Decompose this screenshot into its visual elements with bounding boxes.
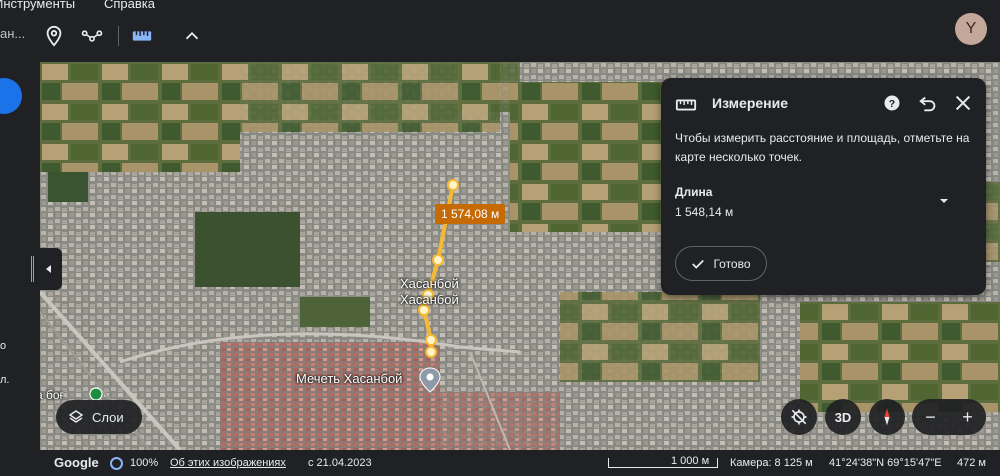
toggle-3d-label: 3D bbox=[834, 409, 852, 425]
unit-dropdown-icon[interactable] bbox=[937, 194, 951, 208]
layers-button[interactable]: Слои bbox=[56, 400, 142, 434]
panel-resize-grip[interactable] bbox=[31, 256, 35, 282]
measure-point[interactable] bbox=[425, 334, 437, 346]
menu-tools[interactable]: Инструменты bbox=[0, 0, 75, 12]
rail-text-fragment: л. bbox=[0, 374, 10, 386]
check-icon bbox=[692, 259, 705, 269]
length-label: Длина bbox=[675, 185, 713, 199]
path-icon bbox=[81, 30, 103, 42]
panel-title: Измерение bbox=[712, 95, 789, 111]
map-label-hasanboy[interactable]: Хасанбой bbox=[400, 276, 459, 291]
about-images-link[interactable]: Об этих изображениях bbox=[170, 457, 286, 469]
help-icon[interactable]: ? bbox=[883, 94, 901, 112]
elevation: 472 м bbox=[957, 457, 986, 469]
panel-collapse-button[interactable] bbox=[36, 248, 62, 290]
zoom-controls: − + bbox=[912, 399, 986, 435]
chevron-up-icon bbox=[185, 31, 199, 40]
add-path-button[interactable] bbox=[78, 22, 106, 50]
map-label-mosque[interactable]: Мечеть Хасанбой bbox=[296, 371, 402, 386]
pin-icon bbox=[46, 25, 62, 47]
undo-icon[interactable] bbox=[917, 92, 939, 114]
compass-button[interactable] bbox=[869, 399, 905, 435]
place-marker-icon[interactable] bbox=[89, 387, 103, 401]
google-logo: Google bbox=[54, 455, 99, 470]
measurement-panel: Измерение ? Чтобы измерить расстояние и … bbox=[661, 78, 986, 295]
panel-description: Чтобы измерить расстояние и площадь, отм… bbox=[675, 131, 970, 164]
menu-help[interactable]: Справка bbox=[104, 0, 155, 12]
zoom-out-button[interactable]: − bbox=[916, 407, 946, 428]
done-button-label: Готово bbox=[713, 256, 751, 271]
render-percent: 100% bbox=[130, 457, 159, 469]
zoom-in-button[interactable]: + bbox=[953, 407, 983, 428]
create-button[interactable] bbox=[0, 78, 22, 114]
search-input-fragment[interactable]: ан... bbox=[0, 26, 25, 41]
status-bar: Google 100% Об этих изображениях с 21.04… bbox=[40, 450, 1000, 476]
measure-point[interactable] bbox=[447, 179, 459, 191]
chevron-left-icon bbox=[46, 265, 51, 273]
measure-tool-button[interactable] bbox=[128, 22, 156, 50]
segment-distance-label: 1 574,08 м bbox=[435, 204, 506, 224]
rail-text-fragment: о bbox=[0, 340, 7, 352]
rotate-icon bbox=[791, 409, 807, 425]
map-label-hasanboy[interactable]: Хасанбой bbox=[400, 292, 459, 307]
toggle-3d-button[interactable]: 3D bbox=[825, 399, 861, 435]
ruler-icon bbox=[132, 31, 152, 41]
svg-text:?: ? bbox=[889, 98, 895, 110]
loading-ring-icon bbox=[110, 457, 123, 470]
avatar[interactable]: Y bbox=[955, 13, 987, 45]
toolbar-separator bbox=[118, 26, 119, 46]
ruler-icon bbox=[675, 99, 697, 111]
length-value: 1 548,14 м bbox=[675, 205, 734, 219]
coordinates: 41°24'38"N 69°15'47"E bbox=[829, 457, 942, 469]
scale-label: 1 000 м bbox=[671, 455, 710, 467]
layers-icon bbox=[68, 410, 84, 423]
top-toolbar: Инструменты Справка ан... Y bbox=[0, 0, 1000, 62]
compass-icon bbox=[884, 408, 890, 426]
map-label-fragment[interactable]: а боғ bbox=[40, 388, 64, 402]
reset-rotation-button[interactable] bbox=[781, 399, 817, 435]
collapse-toolbar-button[interactable] bbox=[178, 22, 206, 50]
add-placemark-button[interactable] bbox=[40, 22, 68, 50]
measure-point[interactable] bbox=[425, 346, 437, 358]
imagery-date: с 21.04.2023 bbox=[308, 457, 372, 469]
close-icon[interactable] bbox=[952, 92, 974, 114]
layers-label: Слои bbox=[92, 409, 124, 425]
done-button[interactable]: Готово bbox=[675, 246, 767, 281]
camera-altitude: Камера: 8 125 м bbox=[730, 457, 813, 469]
measure-point[interactable] bbox=[432, 254, 444, 266]
